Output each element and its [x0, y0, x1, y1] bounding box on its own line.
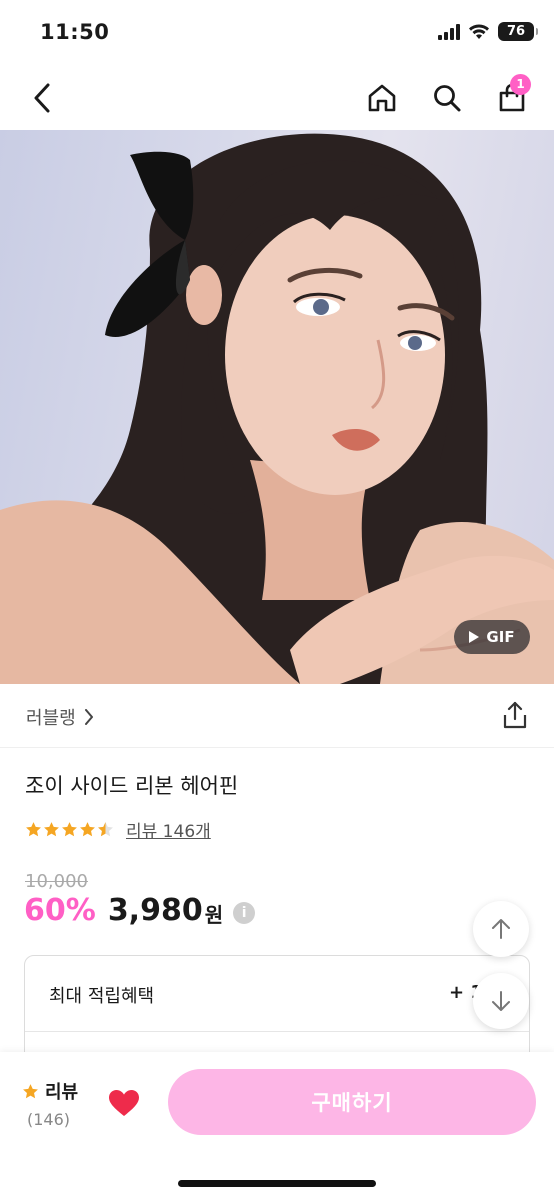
gif-badge[interactable]: GIF — [454, 620, 530, 654]
home-button[interactable] — [362, 78, 402, 118]
benefit-header: 최대 적립혜택 + 1 — [25, 956, 529, 1032]
review-summary-label: 리뷰 — [45, 1082, 79, 1103]
brand-name: 러블랭 — [26, 708, 76, 729]
arrow-up-icon — [492, 919, 510, 939]
status-bar: 11:50 76 — [0, 0, 554, 66]
back-arrow-icon — [34, 83, 50, 113]
star-icon — [23, 1083, 38, 1098]
discount-rate: 60% — [24, 893, 96, 928]
gif-label: GIF — [486, 628, 515, 646]
benefit-label: 최대 적립혜택 — [49, 986, 155, 1007]
home-icon — [368, 84, 396, 112]
product-title: 조이 사이드 리본 헤어핀 — [25, 774, 239, 798]
home-indicator — [178, 1180, 376, 1187]
status-time: 11:50 — [40, 20, 110, 44]
half-star-icon — [98, 822, 113, 837]
star-icon — [26, 822, 41, 837]
star-icon — [44, 822, 59, 837]
star-rating — [25, 821, 114, 838]
product-photo — [0, 133, 554, 684]
heart-icon — [109, 1090, 139, 1116]
battery-icon: 76 — [498, 22, 538, 41]
play-icon — [469, 631, 480, 643]
search-icon — [434, 85, 461, 112]
brand-row: 러블랭 — [0, 684, 554, 748]
wishlist-button[interactable] — [106, 1085, 142, 1121]
scroll-bottom-button[interactable] — [473, 973, 529, 1029]
review-count-link[interactable]: 리뷰 146개 — [126, 817, 211, 842]
review-summary[interactable]: 리뷰 (146) — [22, 1078, 78, 1129]
cart-button[interactable]: 1 — [492, 74, 532, 118]
back-button[interactable] — [22, 78, 62, 118]
chevron-right-icon — [84, 709, 93, 725]
share-button[interactable] — [500, 700, 530, 730]
original-price: 10,000 — [25, 871, 88, 892]
signal-icon — [438, 23, 460, 40]
review-summary-top: 리뷰 — [22, 1078, 78, 1104]
buy-button[interactable]: 구매하기 — [168, 1069, 536, 1135]
cart-badge: 1 — [510, 74, 531, 95]
arrow-down-icon — [492, 991, 510, 1011]
review-summary-count: (146) — [27, 1110, 71, 1129]
info-icon[interactable]: i — [233, 901, 256, 924]
scroll-top-button[interactable] — [473, 901, 529, 957]
search-button[interactable] — [427, 78, 467, 118]
price-row: 60% 3,980 원 i — [24, 893, 256, 928]
star-icon — [62, 822, 77, 837]
bottom-action-bar: 리뷰 (146) 구매하기 — [0, 1052, 554, 1200]
share-icon — [503, 701, 527, 729]
sale-price: 3,980 — [107, 893, 203, 928]
star-icon — [80, 822, 95, 837]
rating-row: 리뷰 146개 — [25, 817, 211, 842]
nav-bar: 1 — [0, 66, 554, 130]
status-icons: 76 — [438, 22, 538, 41]
brand-link[interactable]: 러블랭 — [26, 704, 94, 730]
wifi-icon — [469, 24, 489, 39]
price-unit: 원 — [204, 903, 224, 927]
product-image[interactable]: GIF — [0, 130, 554, 684]
